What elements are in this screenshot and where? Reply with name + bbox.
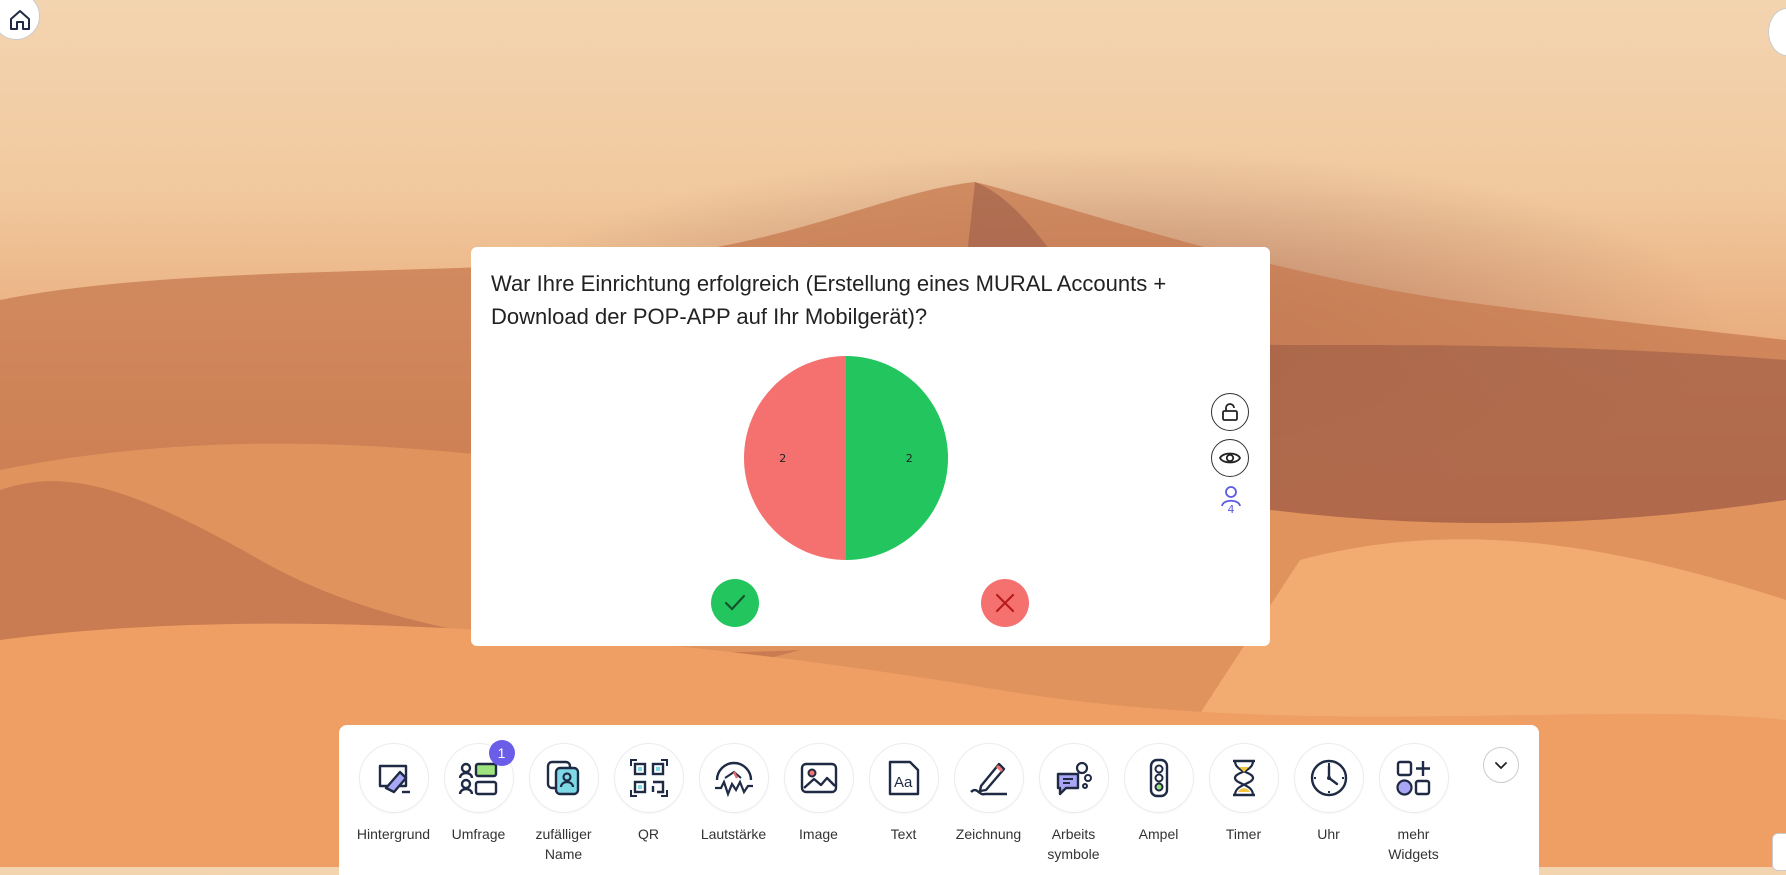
vote-no-button[interactable]: [981, 579, 1029, 627]
tool-label: Ampel: [1138, 826, 1179, 842]
collapse-toolbar-button[interactable]: [1483, 747, 1519, 783]
work-symbols-icon: [1056, 761, 1092, 796]
corner-handle[interactable]: [1772, 833, 1786, 871]
pie-slice-0: [744, 356, 846, 560]
tool-arbeits-symbole[interactable]: Arbeits symbole: [1031, 744, 1116, 864]
tool-lautstaerke[interactable]: Lautstärke: [691, 744, 776, 844]
tool-zeichnung[interactable]: Zeichnung: [946, 744, 1031, 844]
check-icon: [724, 594, 746, 611]
unlock-icon: [1222, 403, 1238, 421]
tool-ampel[interactable]: Ampel: [1116, 744, 1201, 844]
image-icon: [800, 762, 837, 794]
tool-zufaelliger-name[interactable]: zufälliger Name: [521, 744, 606, 864]
volume-meter-icon: [714, 761, 753, 798]
pie-slice-label-0: 2: [779, 452, 786, 465]
traffic-light-icon: [1149, 758, 1168, 798]
tool-umfrage[interactable]: 1 Umfrage: [436, 740, 521, 844]
tool-label: Text: [890, 826, 917, 842]
tool-label: Arbeits symbole: [1047, 826, 1100, 862]
poll-side-tools: 4: [1211, 393, 1251, 516]
close-icon: [995, 593, 1015, 613]
more-widgets-icon: [1395, 760, 1430, 796]
poll-widget: War Ihre Einrichtung erfolgreich (Erstel…: [471, 247, 1270, 646]
tool-label: mehr Widgets: [1388, 826, 1439, 862]
tool-label: Image: [799, 826, 838, 842]
tool-label: zufälliger Name: [535, 826, 592, 862]
background-icon: [378, 764, 410, 794]
poll-badge: 1: [488, 740, 515, 766]
tool-uhr[interactable]: Uhr: [1286, 744, 1371, 844]
tool-label: Uhr: [1317, 826, 1340, 842]
pie-slice-1: [846, 356, 948, 560]
tool-timer[interactable]: Timer: [1201, 744, 1286, 844]
random-name-icon: [546, 760, 579, 796]
tool-hintergrund[interactable]: Hintergrund: [351, 744, 436, 844]
pie-slice-label-1: 2: [906, 452, 913, 465]
tool-label: Timer: [1225, 826, 1262, 842]
chevron-down-icon: [1495, 762, 1507, 770]
widget-toolbar: Hintergrund 1 Umfrage zufälliger Name QR…: [339, 725, 1539, 875]
pie-chart: 22: [744, 356, 948, 560]
tool-label: Umfrage: [451, 826, 506, 842]
tool-mehr-widgets[interactable]: mehr Widgets: [1371, 744, 1456, 864]
tool-qr[interactable]: QR: [606, 744, 691, 844]
drawing-icon: [969, 762, 1007, 796]
eye-icon: [1219, 452, 1241, 464]
home-icon: [10, 10, 30, 30]
participant-counter: 4: [1211, 485, 1251, 516]
visibility-button[interactable]: [1211, 439, 1249, 477]
participant-count: 4: [1227, 503, 1235, 516]
lock-button[interactable]: [1211, 393, 1249, 431]
tool-label: Zeichnung: [955, 826, 1022, 842]
tool-text[interactable]: Aa Text: [861, 744, 946, 844]
hourglass-icon: [1232, 759, 1255, 797]
tool-label: Hintergrund: [356, 826, 431, 842]
tool-label: Lautstärke: [700, 826, 767, 842]
clock-icon: [1310, 759, 1347, 797]
svg-text:Aa: Aa: [894, 774, 913, 791]
poll-question: War Ihre Einrichtung erfolgreich (Erstel…: [491, 271, 1167, 329]
vote-yes-button[interactable]: [711, 579, 759, 627]
qr-icon: [629, 759, 668, 797]
tool-label: QR: [638, 826, 659, 842]
text-icon: Aa: [888, 760, 919, 796]
tool-image[interactable]: Image: [776, 744, 861, 844]
